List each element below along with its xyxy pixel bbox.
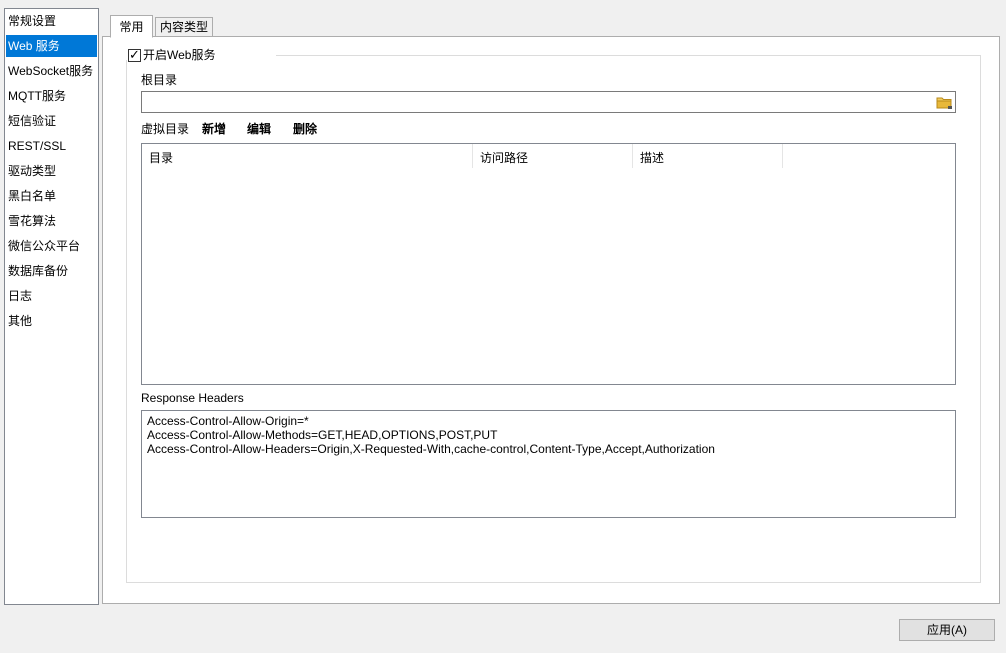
response-headers-textarea[interactable]: Access-Control-Allow-Origin=* Access-Con… <box>141 410 956 518</box>
edit-button[interactable]: 编辑 <box>247 122 271 136</box>
column-header-description[interactable]: 描述 <box>633 144 783 168</box>
root-dir-label: 根目录 <box>141 73 178 87</box>
tab-content-type[interactable]: 内容类型 <box>155 17 213 37</box>
tab-common[interactable]: 常用 <box>110 15 153 38</box>
settings-sidebar: 常规设置 Web 服务 WebSocket服务 MQTT服务 短信验证 REST… <box>4 8 99 605</box>
root-dir-input[interactable] <box>141 91 956 113</box>
virtual-dir-label: 虚拟目录 <box>141 122 190 136</box>
add-button[interactable]: 新增 <box>202 122 226 136</box>
sidebar-item-mqtt[interactable]: MQTT服务 <box>6 85 97 107</box>
apply-button[interactable]: 应用(A) <box>899 619 995 641</box>
column-header-access-path[interactable]: 访问路径 <box>473 144 633 168</box>
header-line: Access-Control-Allow-Headers=Origin,X-Re… <box>147 442 715 456</box>
virtual-dir-table[interactable]: 目录 访问路径 描述 <box>141 143 956 385</box>
sidebar-item-general[interactable]: 常规设置 <box>6 10 97 32</box>
sidebar-item-log[interactable]: 日志 <box>6 285 97 307</box>
response-headers-label: Response Headers <box>141 391 244 405</box>
sidebar-item-db-backup[interactable]: 数据库备份 <box>6 260 97 282</box>
sidebar-item-snowflake[interactable]: 雪花算法 <box>6 210 97 232</box>
header-line: Access-Control-Allow-Origin=* <box>147 414 309 428</box>
enable-web-label[interactable]: 开启Web服务 <box>143 47 215 63</box>
header-line: Access-Control-Allow-Methods=GET,HEAD,OP… <box>147 428 498 442</box>
sidebar-item-rest-ssl[interactable]: REST/SSL <box>6 135 97 157</box>
enable-web-checkbox[interactable]: ✓ <box>128 47 141 62</box>
folder-open-icon[interactable] <box>936 94 953 110</box>
sidebar-item-driver-type[interactable]: 驱动类型 <box>6 160 97 182</box>
sidebar-item-other[interactable]: 其他 <box>6 310 97 332</box>
sidebar-item-websocket[interactable]: WebSocket服务 <box>6 60 97 82</box>
sidebar-item-blacklist[interactable]: 黑白名单 <box>6 185 97 207</box>
sidebar-item-web-service[interactable]: Web 服务 <box>6 35 97 57</box>
delete-button[interactable]: 删除 <box>293 122 317 136</box>
checkmark-icon: ✓ <box>129 47 140 62</box>
column-header-directory[interactable]: 目录 <box>142 144 473 168</box>
sidebar-item-sms[interactable]: 短信验证 <box>6 110 97 132</box>
sidebar-item-wechat[interactable]: 微信公众平台 <box>6 235 97 257</box>
